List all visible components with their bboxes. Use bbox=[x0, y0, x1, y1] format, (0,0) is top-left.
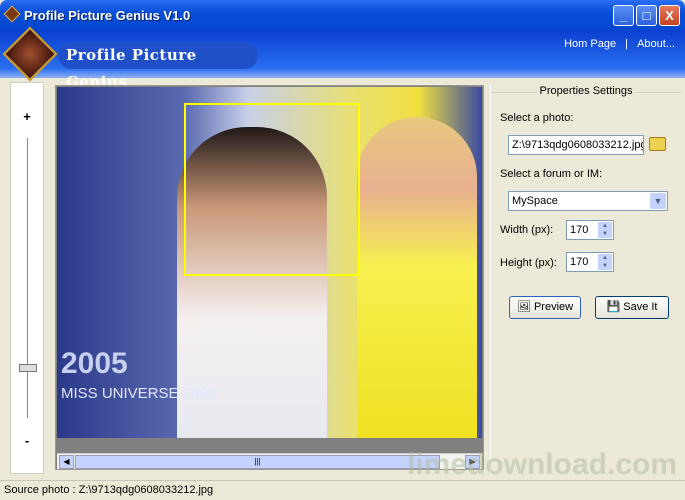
photo-path-input[interactable]: Z:\9713qdg0608033212.jpg bbox=[508, 135, 644, 155]
height-stepper[interactable]: 170 ▲ ▼ bbox=[566, 252, 614, 272]
height-value: 170 bbox=[570, 256, 589, 268]
save-button[interactable]: 💾 Save It bbox=[595, 296, 669, 319]
app-icon bbox=[3, 5, 21, 23]
zoom-in-icon[interactable]: + bbox=[11, 109, 43, 124]
panel-title: Properties Settings bbox=[491, 85, 681, 97]
about-link[interactable]: About... bbox=[637, 38, 675, 50]
width-stepper[interactable]: 170 ▲ ▼ bbox=[566, 220, 614, 240]
slider-thumb[interactable] bbox=[19, 363, 37, 372]
logo-face-icon bbox=[2, 26, 58, 82]
open-folder-icon[interactable] bbox=[649, 137, 666, 151]
scroll-left-icon[interactable]: ◀ bbox=[59, 455, 74, 469]
chevron-down-icon[interactable]: ▼ bbox=[650, 193, 666, 209]
properties-panel: Properties Settings Select a photo: Z:\9… bbox=[490, 85, 681, 475]
width-label: Width (px): bbox=[500, 224, 554, 236]
home-page-link[interactable]: Hom Page bbox=[564, 38, 616, 50]
close-button[interactable]: X bbox=[659, 5, 680, 26]
photo-person-right bbox=[357, 117, 477, 438]
spin-arrows-icon[interactable]: ▲ ▼ bbox=[598, 222, 612, 238]
height-label: Height (px): bbox=[500, 257, 557, 269]
photo-viewer: 2005 MISS UNIVERSE 2005 ◀ ||| ▶ bbox=[55, 85, 484, 470]
window-title: Profile Picture Genius V1.0 bbox=[24, 8, 191, 23]
photo-brand-year: 2005 bbox=[61, 347, 128, 380]
forum-select[interactable]: MySpace ▼ bbox=[508, 191, 668, 211]
app-header: Profile Picture Genius Hom Page | About.… bbox=[0, 26, 685, 91]
zoom-slider[interactable]: + - bbox=[10, 82, 44, 474]
photo-label: Select a photo: bbox=[500, 112, 574, 124]
maximize-button[interactable]: □ bbox=[636, 5, 657, 26]
scroll-thumb[interactable]: ||| bbox=[75, 455, 440, 469]
preview-button[interactable]: 🖼 Preview bbox=[509, 296, 581, 319]
spin-arrows-icon[interactable]: ▲ ▼ bbox=[598, 254, 612, 270]
slider-track[interactable] bbox=[27, 138, 29, 418]
logo-text: Profile Picture Genius bbox=[58, 42, 258, 91]
watermark: limedownload.com bbox=[406, 448, 677, 481]
title-bar: Profile Picture Genius V1.0 _ □ X bbox=[0, 0, 685, 30]
minimize-button[interactable]: _ bbox=[613, 5, 634, 26]
forum-label: Select a forum or IM: bbox=[500, 168, 603, 180]
crop-selection-box[interactable] bbox=[184, 103, 360, 276]
forum-select-value: MySpace bbox=[512, 195, 558, 207]
zoom-out-icon[interactable]: - bbox=[11, 433, 43, 448]
photo-canvas[interactable]: 2005 MISS UNIVERSE 2005 bbox=[57, 87, 482, 438]
width-value: 170 bbox=[570, 224, 589, 236]
link-separator: | bbox=[625, 38, 629, 50]
status-bar: Source photo : Z:\9713qdg0608033212.jpg bbox=[0, 480, 685, 500]
photo-brand-text: MISS UNIVERSE 2005 bbox=[61, 385, 217, 402]
